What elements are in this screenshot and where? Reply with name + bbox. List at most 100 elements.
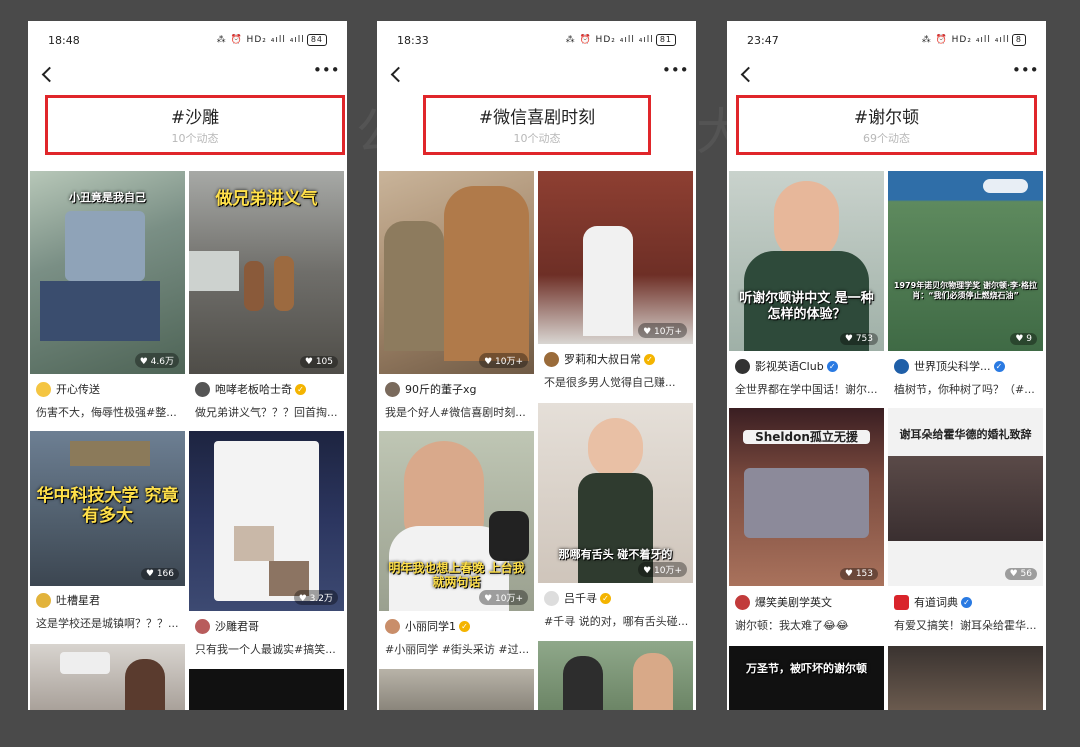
post-card[interactable]: 1979年诺贝尔物理学奖 谢尔顿·李·格拉肖：“我们必须停止燃烧石油” ♥ 9 … xyxy=(888,171,1043,406)
post-thumbnail[interactable]: 万圣节，被吓坏的谢尔顿 xyxy=(729,646,884,710)
post-description: 全世界都在学中国话！谢尔... xyxy=(735,381,882,397)
post-thumbnail[interactable]: Sheldon孤立无援 ♥ 153 xyxy=(729,408,884,586)
back-arrow-icon[interactable] xyxy=(387,64,407,84)
avatar xyxy=(894,595,909,610)
post-card[interactable] xyxy=(379,669,534,710)
post-description: #小丽同学 #街头采访 #过... xyxy=(385,641,532,657)
status-time: 23:47 xyxy=(747,34,779,47)
post-thumbnail[interactable] xyxy=(379,669,534,710)
post-author[interactable]: 开心传送 xyxy=(36,381,100,397)
post-card[interactable]: ♥ 10万+ 罗莉和大叔日常 ✓ 不是很多男人觉得自己赚... xyxy=(538,171,693,396)
thumb-shape xyxy=(60,652,110,674)
post-author[interactable]: 90斤的董子xg xyxy=(385,381,477,397)
thumb-shape xyxy=(583,226,633,336)
more-options-icon[interactable]: ••• xyxy=(313,63,335,83)
author-name: 咆哮老板哈士奇 xyxy=(215,381,292,397)
post-thumbnail[interactable] xyxy=(888,646,1043,710)
post-card[interactable] xyxy=(189,669,344,710)
phone-screen-3: 23:47 ⁂ ⏰ HD₂ ₄ıll ₄ıll8 ••• #谢尔顿 69个动态 … xyxy=(727,21,1046,710)
post-thumbnail[interactable] xyxy=(538,641,693,710)
post-author[interactable]: 吐槽星君 xyxy=(36,592,100,608)
phone-screen-1: 18:48 ⁂ ⏰ HD₂ ₄ıll ₄ıll84 ••• #沙雕 10个动态 … xyxy=(28,21,347,710)
thumb-caption: 万圣节，被吓坏的谢尔顿 xyxy=(733,662,880,675)
post-thumbnail[interactable]: 1979年诺贝尔物理学奖 谢尔顿·李·格拉肖：“我们必须停止燃烧石油” ♥ 9 xyxy=(888,171,1043,351)
like-count: ♥ 10万+ xyxy=(479,353,528,368)
post-thumbnail[interactable]: 那哪有舌头 碰不着牙的 ♥ 10万+ xyxy=(538,403,693,583)
post-thumbnail[interactable]: ♥ 10万+ xyxy=(538,171,693,344)
post-card[interactable]: 做兄弟讲义气 ♥ 105 咆哮老板哈士奇 ✓ 做兄弟讲义气？？？回首掏... xyxy=(189,171,344,426)
post-card[interactable]: ♥ 3.2万 沙雕君哥 只有我一个人最诚实#搞笑... xyxy=(189,431,344,666)
post-thumbnail[interactable]: 听谢尔顿讲中文 是一种怎样的体验？ ♥ 753 xyxy=(729,171,884,351)
thumb-caption: 1979年诺贝尔物理学奖 谢尔顿·李·格拉肖：“我们必须停止燃烧石油” xyxy=(892,281,1039,300)
author-name: 开心传送 xyxy=(56,381,100,397)
post-card[interactable]: 万圣节，被吓坏的谢尔顿 xyxy=(729,646,884,710)
post-card[interactable] xyxy=(538,641,693,710)
post-thumbnail[interactable]: 小丑竟是我自己 ♥ 4.6万 xyxy=(30,171,185,374)
post-card[interactable]: 明年我也想上春晚 上台我就两句话 ♥ 10万+ 小丽同学1 ✓ #小丽同学 #街… xyxy=(379,431,534,666)
post-card[interactable]: 那哪有舌头 碰不着牙的 ♥ 10万+ 吕千寻 ✓ #千寻 说的对，哪有舌头碰..… xyxy=(538,403,693,638)
post-card[interactable] xyxy=(30,644,185,710)
avatar xyxy=(36,382,51,397)
status-icons: ⁂ ⏰ HD₂ ₄ıll ₄ıll81 xyxy=(566,34,676,46)
avatar xyxy=(36,593,51,608)
thumb-shape xyxy=(633,653,673,710)
post-author[interactable]: 沙雕君哥 xyxy=(195,618,259,634)
post-card[interactable] xyxy=(888,646,1043,710)
post-card[interactable]: 听谢尔顿讲中文 是一种怎样的体验？ ♥ 753 影视英语Club ✓ 全世界都在… xyxy=(729,171,884,406)
topic-post-count: 10个动态 xyxy=(45,130,345,146)
post-card[interactable]: 华中科技大学 究竟有多大 ♥ 166 吐槽星君 这是学校还是城镇啊？？？... xyxy=(30,431,185,641)
author-name: 吕千寻 xyxy=(564,590,597,606)
post-author[interactable]: 影视英语Club ✓ xyxy=(735,358,838,374)
topic-post-count: 69个动态 xyxy=(736,130,1037,146)
like-count: ♥ 10万+ xyxy=(638,562,687,577)
post-card[interactable]: 谢耳朵给霍华德的婚礼致辞 ♥ 56 有道词典 ✓ 有爱又搞笑！谢耳朵给霍华... xyxy=(888,408,1043,658)
post-author[interactable]: 小丽同学1 ✓ xyxy=(385,618,470,634)
post-card[interactable]: 小丑竟是我自己 ♥ 4.6万 开心传送 伤害不大，侮辱性极强#整... xyxy=(30,171,185,426)
verified-badge-icon: ✓ xyxy=(994,361,1005,372)
post-description: 只有我一个人最诚实#搞笑... xyxy=(195,641,342,657)
author-name: 小丽同学1 xyxy=(405,618,456,634)
post-author[interactable]: 世界顶尖科学... ✓ xyxy=(894,358,1005,374)
thumb-shape xyxy=(234,526,274,561)
post-thumbnail[interactable]: 明年我也想上春晚 上台我就两句话 ♥ 10万+ xyxy=(379,431,534,611)
phone-screen-2: 18:33 ⁂ ⏰ HD₂ ₄ıll ₄ıll81 ••• #微信喜剧时刻 10… xyxy=(377,21,696,710)
nav-bar: ••• xyxy=(727,61,1046,91)
back-arrow-icon[interactable] xyxy=(737,64,757,84)
post-card[interactable]: ♥ 10万+ 90斤的董子xg 我是个好人#微信喜剧时刻... xyxy=(379,171,534,426)
topic-title: #谢尔顿 xyxy=(736,103,1037,128)
verified-badge-icon: ✓ xyxy=(827,361,838,372)
post-description: 谢尔顿：我太难了😂😂 xyxy=(735,617,882,633)
more-options-icon[interactable]: ••• xyxy=(1012,63,1034,83)
thumb-shape xyxy=(244,261,264,311)
status-signal-icons: ⁂ ⏰ HD₂ ₄ıll ₄ıll xyxy=(922,35,1010,45)
avatar xyxy=(544,591,559,606)
back-arrow-icon[interactable] xyxy=(38,64,58,84)
post-description: 有爱又搞笑！谢耳朵给霍华... xyxy=(894,617,1041,633)
thumb-caption: 华中科技大学 究竟有多大 xyxy=(34,486,181,527)
post-author[interactable]: 吕千寻 ✓ xyxy=(544,590,611,606)
nav-bar: ••• xyxy=(28,61,347,91)
post-thumbnail[interactable]: 谢耳朵给霍华德的婚礼致辞 ♥ 56 xyxy=(888,408,1043,586)
topic-header: #沙雕 10个动态 xyxy=(45,95,345,155)
post-description: 伤害不大，侮辱性极强#整... xyxy=(36,404,183,420)
thumb-caption: 小丑竟是我自己 xyxy=(34,191,181,204)
post-thumbnail[interactable]: 做兄弟讲义气 ♥ 105 xyxy=(189,171,344,374)
thumb-shape xyxy=(444,186,529,361)
verified-badge-icon: ✓ xyxy=(600,593,611,604)
post-author[interactable]: 爆笑美剧学英文 xyxy=(735,594,832,610)
more-options-icon[interactable]: ••• xyxy=(662,63,684,83)
post-thumbnail[interactable]: ♥ 3.2万 xyxy=(189,431,344,611)
avatar xyxy=(195,382,210,397)
topic-header: #微信喜剧时刻 10个动态 xyxy=(423,95,651,155)
post-author[interactable]: 罗莉和大叔日常 ✓ xyxy=(544,351,655,367)
thumb-shape xyxy=(588,418,643,478)
thumb-shape xyxy=(70,441,150,466)
post-author[interactable]: 咆哮老板哈士奇 ✓ xyxy=(195,381,306,397)
post-author[interactable]: 有道词典 ✓ xyxy=(894,594,972,610)
post-thumbnail[interactable] xyxy=(30,644,185,710)
post-thumbnail[interactable]: ♥ 10万+ xyxy=(379,171,534,374)
thumb-caption: 明年我也想上春晚 上台我就两句话 xyxy=(383,561,530,590)
post-thumbnail[interactable] xyxy=(189,669,344,710)
post-card[interactable]: Sheldon孤立无援 ♥ 153 爆笑美剧学英文 谢尔顿：我太难了😂😂 xyxy=(729,408,884,658)
post-thumbnail[interactable]: 华中科技大学 究竟有多大 ♥ 166 xyxy=(30,431,185,586)
